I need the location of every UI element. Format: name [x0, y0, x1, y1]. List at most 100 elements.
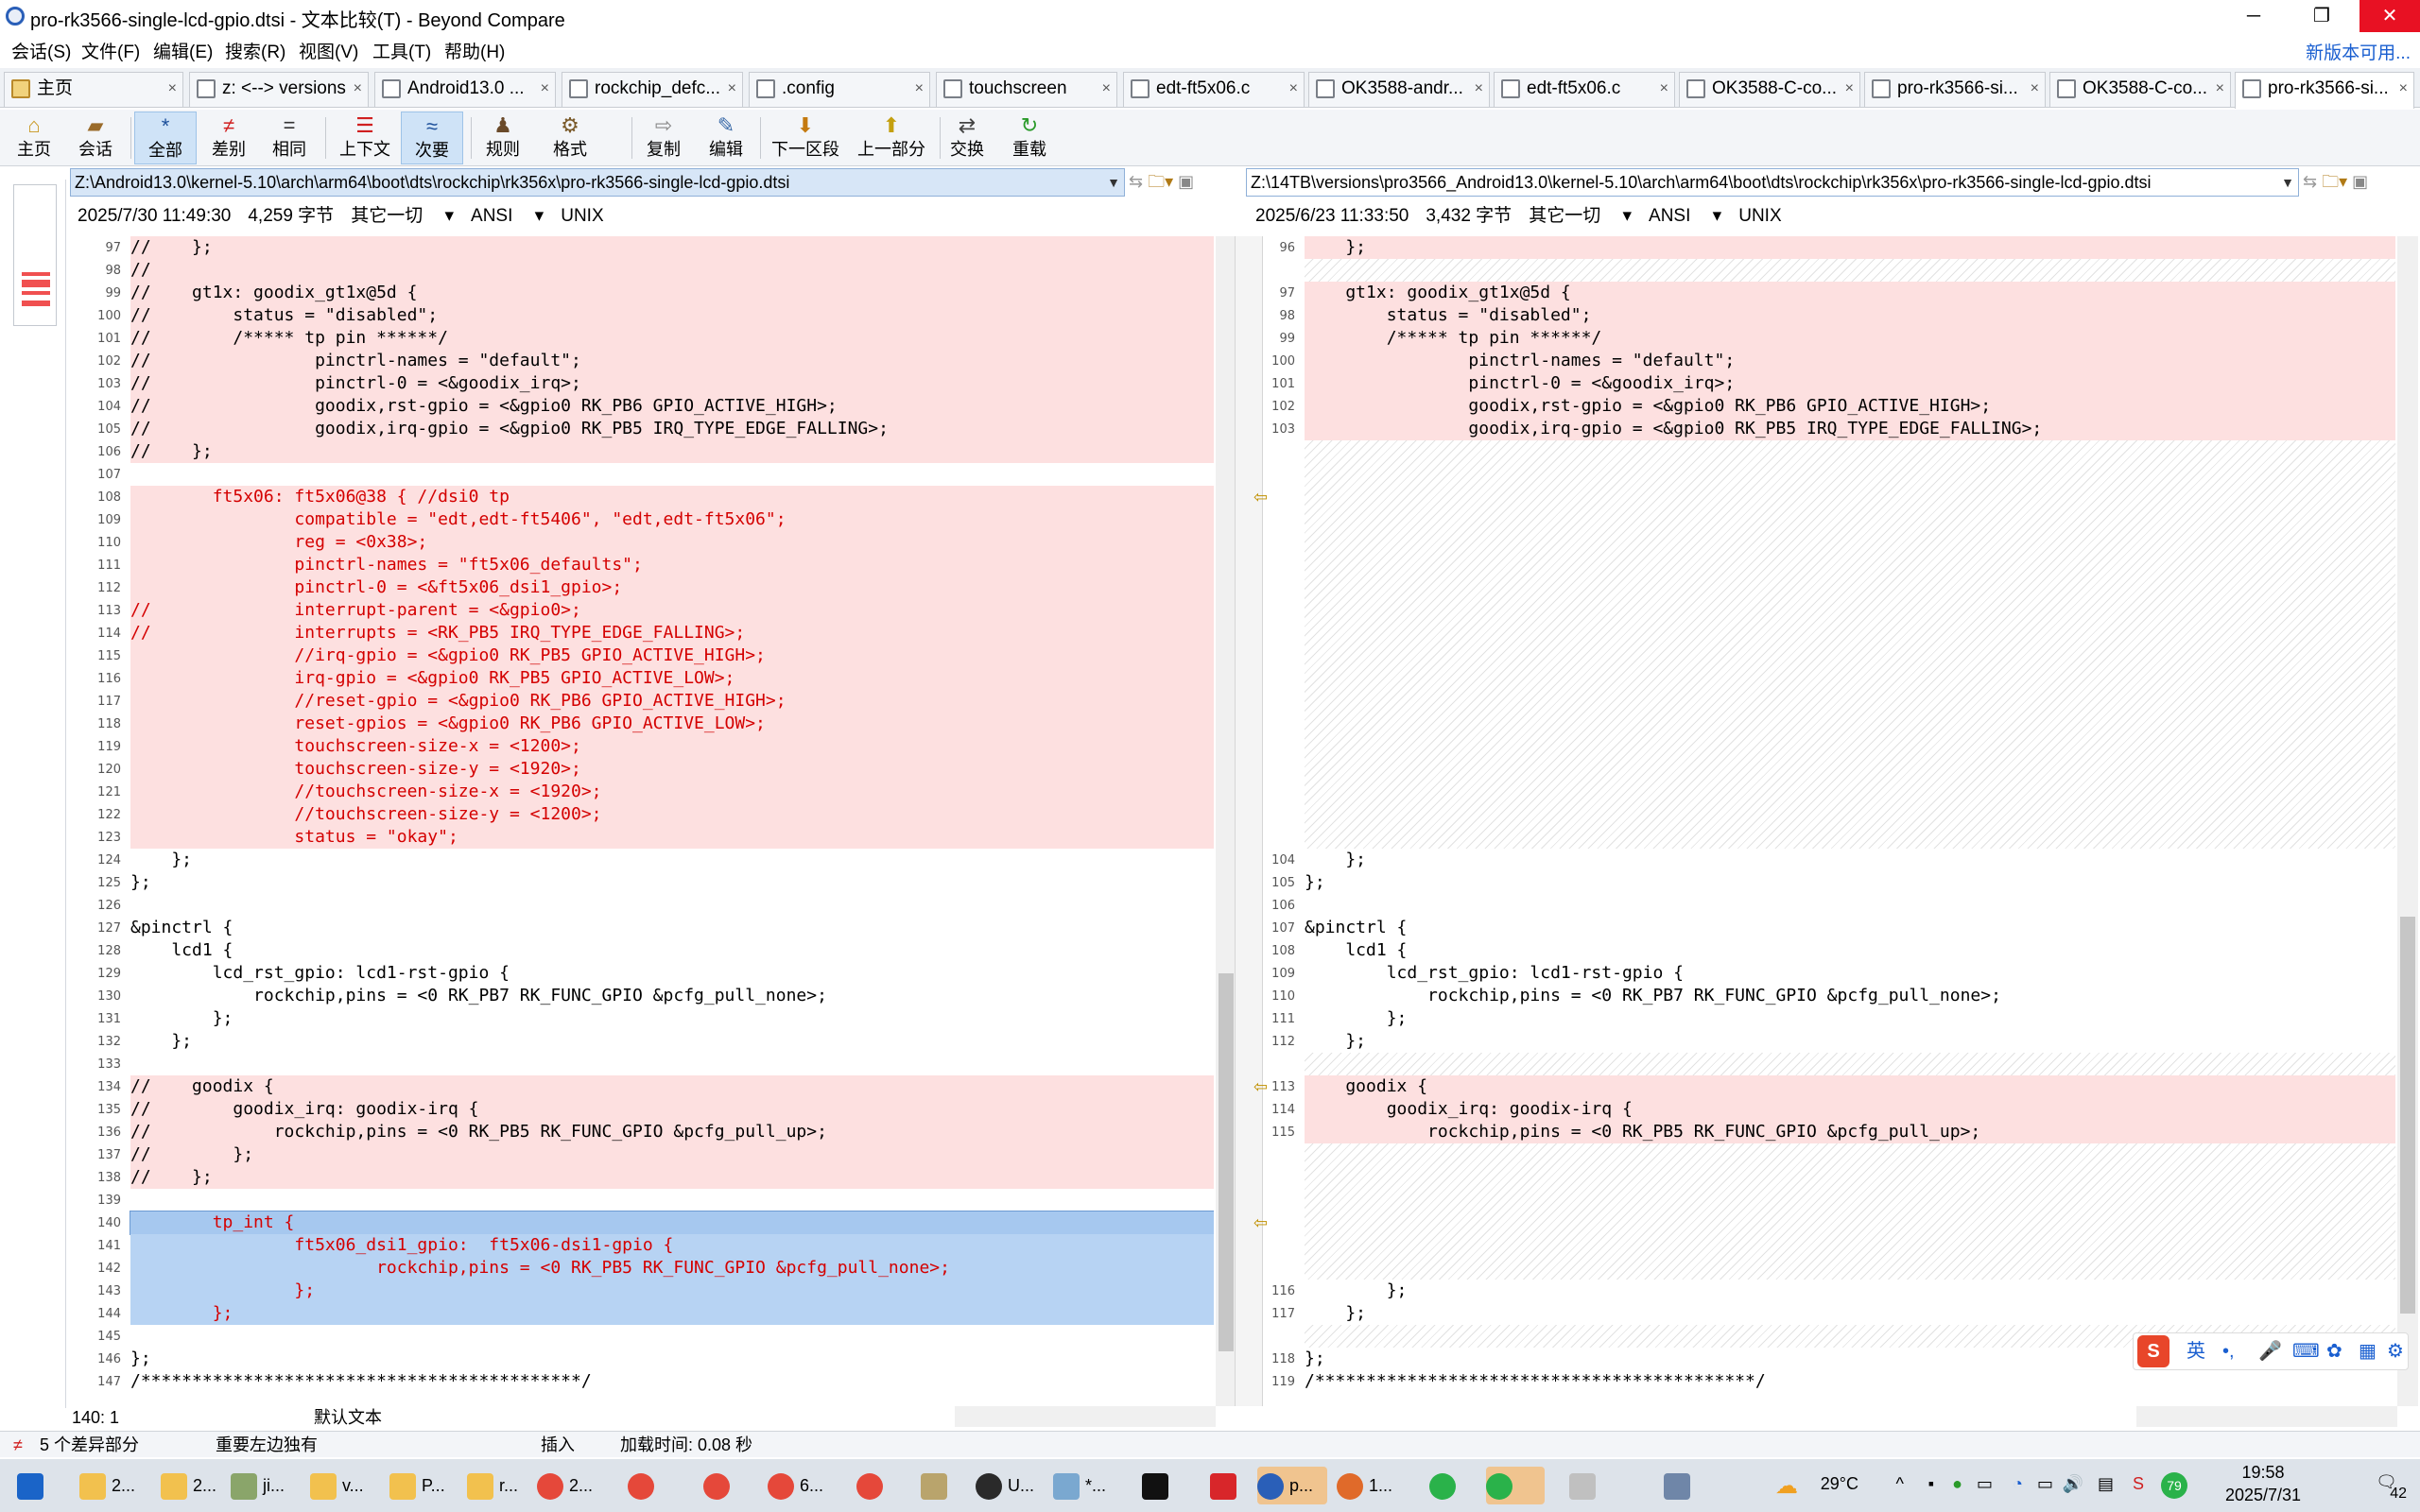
- context-button[interactable]: ☰ 上下文: [331, 112, 399, 164]
- tray-app-icon[interactable]: ◔: [2013, 1474, 2023, 1494]
- tab-close-button[interactable]: ×: [2216, 73, 2224, 105]
- keyboard-icon[interactable]: ⌨: [2292, 1333, 2320, 1369]
- code-line[interactable]: 102 goodix,rst-gpio = <&gpio0 RK_PB6 GPI…: [1265, 395, 2395, 418]
- code-line[interactable]: 110 rockchip,pins = <0 RK_PB7 RK_FUNC_GP…: [1265, 985, 2395, 1007]
- line-text[interactable]: status = "disabled";: [1305, 304, 2395, 327]
- diff-overview-strip[interactable]: [0, 180, 66, 1408]
- taskbar-item[interactable]: 2...: [161, 1467, 216, 1504]
- line-text[interactable]: reset-gpios = <&gpio0 RK_PB6 GPIO_ACTIVE…: [130, 713, 1214, 735]
- taskbar-item[interactable]: [1569, 1467, 1601, 1504]
- tab-home[interactable]: 主页 ×: [4, 72, 183, 107]
- toolbox-icon[interactable]: ▦: [2359, 1333, 2377, 1369]
- code-line[interactable]: 122 //touchscreen-size-y = <1200>;: [68, 803, 1214, 826]
- code-line[interactable]: 110 reg = <0x38>;: [68, 531, 1214, 554]
- network-icon[interactable]: ▤: [2098, 1474, 2114, 1494]
- rules-button[interactable]: ♟ 规则: [476, 112, 529, 164]
- display-icon[interactable]: ▭: [2037, 1474, 2053, 1494]
- code-line[interactable]: 131 };: [68, 1007, 1214, 1030]
- code-line[interactable]: 118 reset-gpios = <&gpio0 RK_PB6 GPIO_AC…: [68, 713, 1214, 735]
- ime-punctuation-toggle[interactable]: •,: [2222, 1333, 2235, 1369]
- line-text[interactable]: /***************************************…: [1305, 1370, 2395, 1393]
- right-encoding-dropdown[interactable]: ANSI ▾: [1649, 206, 1721, 226]
- code-line[interactable]: 130 rockchip,pins = <0 RK_PB7 RK_FUNC_GP…: [68, 985, 1214, 1007]
- code-line[interactable]: 109 compatible = "edt,edt-ft5406", "edt,…: [68, 508, 1214, 531]
- scroll-thumb[interactable]: [2400, 917, 2415, 1314]
- code-line[interactable]: 115 //irq-gpio = <&gpio0 RK_PB5 GPIO_ACT…: [68, 644, 1214, 667]
- line-text[interactable]: // rockchip,pins = <0 RK_PB5 RK_FUNC_GPI…: [130, 1121, 1214, 1143]
- code-line[interactable]: 107 &pinctrl {: [1265, 917, 2395, 939]
- taskbar-item[interactable]: U...: [976, 1467, 1034, 1504]
- code-line[interactable]: 146};: [68, 1348, 1214, 1370]
- code-line[interactable]: 108 lcd1 {: [1265, 939, 2395, 962]
- code-line[interactable]: 145: [68, 1325, 1214, 1348]
- line-text[interactable]: &pinctrl {: [1305, 917, 2395, 939]
- line-text[interactable]: rockchip,pins = <0 RK_PB7 RK_FUNC_GPIO &…: [130, 985, 1214, 1007]
- line-text[interactable]: // interrupts = <RK_PB5 IRQ_TYPE_EDGE_FA…: [130, 622, 1214, 644]
- show-all-button[interactable]: * 全部: [134, 112, 197, 164]
- code-line[interactable]: 125};: [68, 871, 1214, 894]
- tab-close-button[interactable]: ×: [541, 73, 549, 105]
- next-section-button[interactable]: ⬇ 下一区段: [764, 112, 847, 164]
- right-text-pane[interactable]: 96 }; 97 gt1x: goodix_gt1x@5d {98 status …: [1265, 236, 2395, 1406]
- code-line[interactable]: 101 // /***** tp pin ******/: [68, 327, 1214, 350]
- code-line[interactable]: 129 lcd_rst_gpio: lcd1-rst-gpio {: [68, 962, 1214, 985]
- edit-button[interactable]: ✎ 编辑: [698, 112, 754, 164]
- code-line[interactable]: 140 tp_int {: [68, 1211, 1214, 1235]
- line-text[interactable]: };: [1305, 1280, 2395, 1302]
- code-line[interactable]: 138 // };: [68, 1166, 1214, 1189]
- line-text[interactable]: // };: [130, 1143, 1214, 1166]
- tray-app-icon[interactable]: ▪: [1928, 1474, 1934, 1494]
- copy-button[interactable]: ⇨ 复制: [635, 112, 692, 164]
- menu-tools[interactable]: 工具(T): [372, 38, 431, 63]
- left-filter-dropdown[interactable]: 其它一切 ▾: [351, 206, 454, 226]
- tab-file-compare[interactable]: OK3588-C-co... ×: [2049, 72, 2231, 107]
- line-text[interactable]: };: [130, 1007, 1214, 1030]
- save-icon[interactable]: ▣: [2352, 172, 2368, 191]
- line-text[interactable]: [130, 1053, 1214, 1075]
- tab-file-compare[interactable]: .config ×: [749, 72, 930, 107]
- code-line[interactable]: 114 goodix_irq: goodix-irq {: [1265, 1098, 2395, 1121]
- tab-close-button[interactable]: ×: [1845, 73, 1854, 105]
- tab-folder-compare[interactable]: z: <--> versions ×: [189, 72, 369, 107]
- line-text[interactable]: };: [130, 1030, 1214, 1053]
- restore-button[interactable]: ❐: [2291, 0, 2352, 32]
- ime-language-toggle[interactable]: 英: [2187, 1333, 2205, 1369]
- line-text[interactable]: goodix,rst-gpio = <&gpio0 RK_PB6 GPIO_AC…: [1305, 395, 2395, 418]
- code-line[interactable]: 114 // interrupts = <RK_PB5 IRQ_TYPE_EDGE…: [68, 622, 1214, 644]
- left-path-input[interactable]: Z:\Android13.0\kernel-5.10\arch\arm64\bo…: [70, 168, 1125, 197]
- taskbar-item[interactable]: [703, 1467, 735, 1504]
- line-text[interactable]: };: [130, 1302, 1214, 1325]
- open-folder-icon[interactable]: 🗀▾: [1148, 172, 1173, 191]
- code-line[interactable]: 113 goodix {: [1265, 1075, 2395, 1098]
- taskbar-item[interactable]: v...: [310, 1467, 364, 1504]
- tab-folder-compare[interactable]: Android13.0 ... ×: [374, 72, 556, 107]
- code-line[interactable]: 111 };: [1265, 1007, 2395, 1030]
- left-encoding-dropdown[interactable]: ANSI ▾: [471, 206, 544, 226]
- taskbar-item[interactable]: 2...: [537, 1467, 593, 1504]
- line-text[interactable]: // goodix_irq: goodix-irq {: [130, 1098, 1214, 1121]
- code-line[interactable]: 104 };: [1265, 849, 2395, 871]
- prev-part-button[interactable]: ⬆ 上一部分: [849, 112, 934, 164]
- taskbar-item[interactable]: 1...: [1337, 1467, 1392, 1504]
- menu-view[interactable]: 视图(V): [299, 38, 358, 63]
- taskbar-item[interactable]: 6...: [768, 1467, 823, 1504]
- line-text[interactable]: status = "okay";: [130, 826, 1214, 849]
- right-horizontal-scrollbar[interactable]: [2136, 1406, 2397, 1427]
- line-text[interactable]: [130, 463, 1214, 486]
- code-line[interactable]: 144 };: [68, 1302, 1214, 1325]
- clock-time[interactable]: 19:58: [2206, 1463, 2320, 1483]
- code-line[interactable]: 117 //reset-gpio = <&gpio0 RK_PB6 GPIO_A…: [68, 690, 1214, 713]
- line-text[interactable]: lcd_rst_gpio: lcd1-rst-gpio {: [1305, 962, 2395, 985]
- line-text[interactable]: tp_int {: [130, 1211, 1214, 1235]
- taskbar-item[interactable]: *...: [1053, 1467, 1106, 1504]
- menu-help[interactable]: 帮助(H): [444, 38, 505, 63]
- line-text[interactable]: };: [130, 1280, 1214, 1302]
- code-line[interactable]: 98 status = "disabled";: [1265, 304, 2395, 327]
- line-text[interactable]: // };: [130, 236, 1214, 259]
- line-text[interactable]: lcd1 {: [1305, 939, 2395, 962]
- code-line[interactable]: 102 // pinctrl-names = "default";: [68, 350, 1214, 372]
- weather-icon[interactable]: ☁: [1775, 1472, 1798, 1500]
- line-text[interactable]: /***************************************…: [130, 1370, 1214, 1393]
- tab-close-button[interactable]: ×: [1660, 73, 1668, 105]
- code-line[interactable]: 127 &pinctrl {: [68, 917, 1214, 939]
